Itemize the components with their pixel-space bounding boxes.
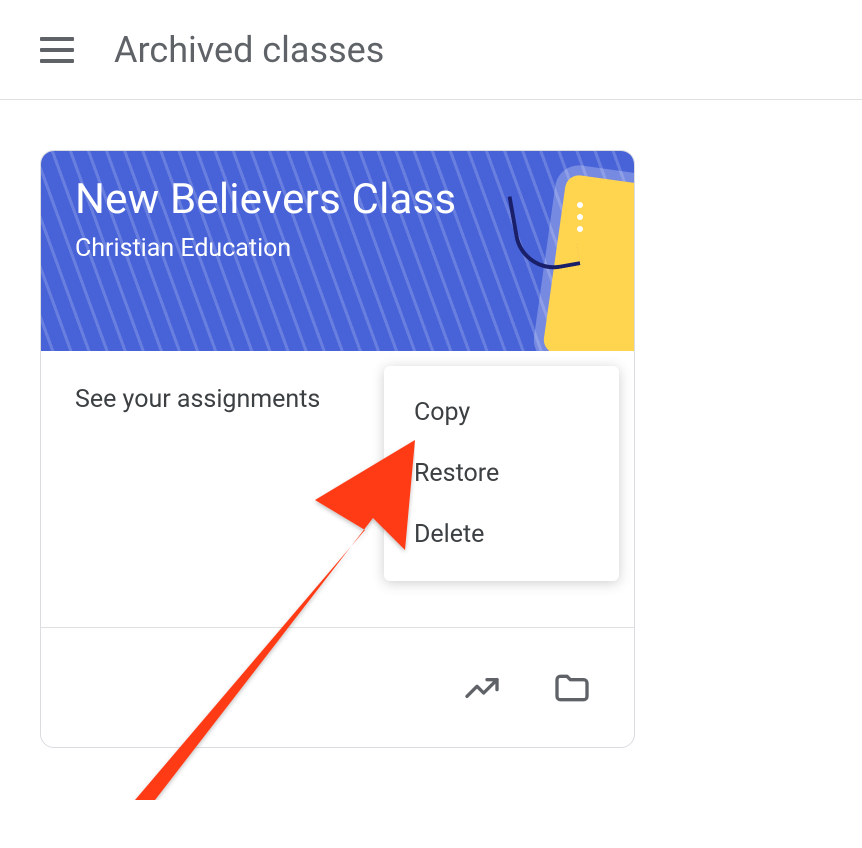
menu-item-delete[interactable]: Delete [384, 504, 619, 565]
menu-item-copy[interactable]: Copy [384, 382, 619, 443]
page-title: Archived classes [114, 29, 384, 71]
class-title[interactable]: New Believers Class [75, 175, 600, 224]
trending-icon[interactable] [458, 664, 506, 712]
class-section[interactable]: Christian Education [75, 234, 600, 263]
more-options-button[interactable] [562, 199, 598, 235]
card-header[interactable]: New Believers Class Christian Education [41, 151, 634, 351]
top-bar: Archived classes [0, 0, 862, 100]
card-options-menu: Copy Restore Delete [384, 366, 619, 581]
folder-icon[interactable] [548, 664, 596, 712]
content-area: New Believers Class Christian Education … [0, 100, 862, 798]
card-footer [41, 627, 634, 747]
menu-item-restore[interactable]: Restore [384, 443, 619, 504]
menu-icon[interactable] [40, 31, 78, 69]
